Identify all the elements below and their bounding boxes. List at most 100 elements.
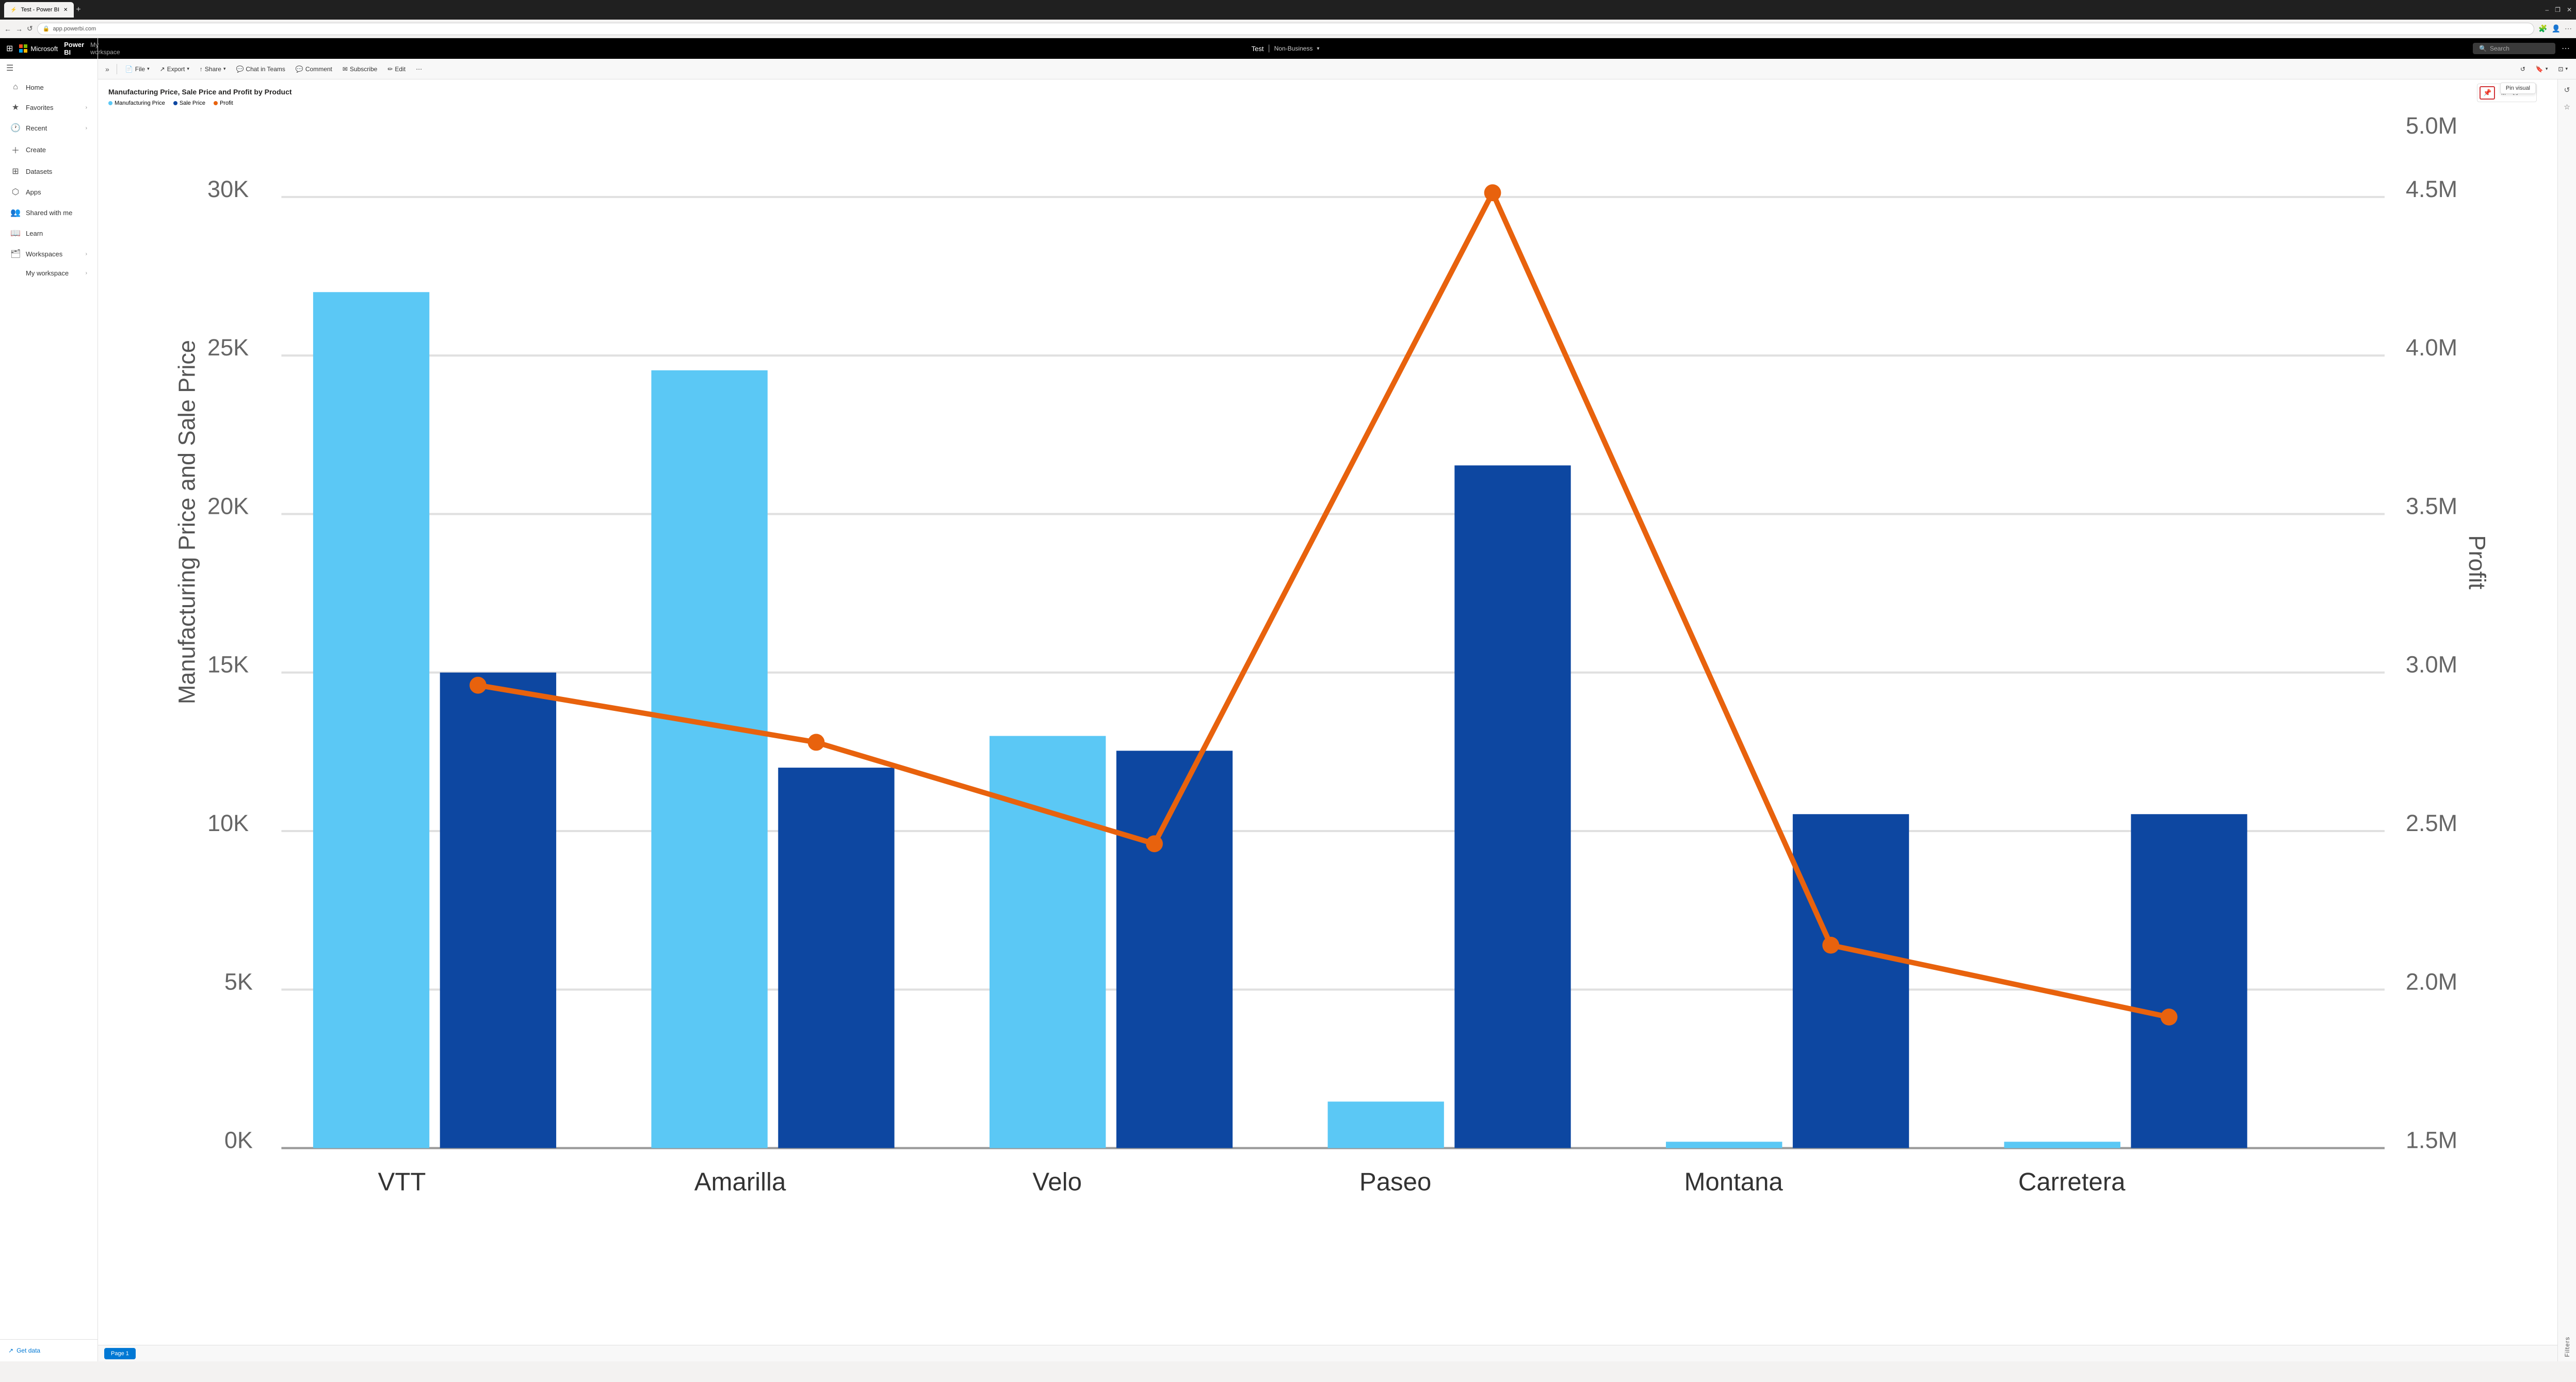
sidebar-item-home[interactable]: ⌂ Home — [2, 77, 95, 97]
toolbar-more-button[interactable]: ⋯ — [412, 63, 426, 75]
sidebar-item-recent[interactable]: 🕐 Recent › — [2, 118, 95, 138]
legend-label-profit: Profit — [220, 100, 233, 106]
sidebar-item-my-workspace[interactable]: My workspace › — [2, 264, 95, 282]
header-more-icon[interactable]: ⋯ — [2562, 43, 2570, 54]
pbi-top-bar: Test | Non-Business ▾ 🔍 Search ⋯ — [98, 38, 2576, 59]
sidebar-item-datasets[interactable]: ⊞ Datasets — [2, 161, 95, 182]
tab-close-button[interactable]: ✕ — [63, 7, 68, 13]
sidebar-item-workspaces[interactable]: 🗂 Workspaces › — [2, 243, 95, 264]
maximize-button[interactable]: ❐ — [2555, 6, 2561, 13]
file-label: File — [135, 66, 145, 73]
sidebar-item-apps[interactable]: ⬡ Apps — [2, 182, 95, 202]
sidebar-item-favorites[interactable]: ★ Favorites › — [2, 97, 95, 118]
pin-visual-tooltip: Pin visual — [2500, 83, 2536, 94]
profile-icon[interactable]: 👤 — [2552, 24, 2561, 33]
refresh-button[interactable]: ↺ — [27, 24, 33, 33]
panel-star-button[interactable]: ☆ — [2562, 101, 2572, 113]
home-icon: ⌂ — [10, 83, 21, 92]
export-chevron: ▾ — [187, 66, 189, 72]
doc-info: Test | Non-Business ▾ — [104, 44, 2467, 53]
expand-button[interactable]: » — [102, 63, 112, 75]
chart-container: Pin visual 📌 ⚗ ⛶ ⋯ Manufacturing Price, … — [98, 79, 2557, 1345]
new-tab-button[interactable]: + — [76, 5, 80, 14]
svg-text:1.5M: 1.5M — [2406, 1127, 2457, 1153]
pin-visual-button[interactable]: 📌 — [2480, 86, 2495, 100]
svg-text:30K: 30K — [207, 176, 249, 202]
file-button[interactable]: 📄 File ▾ — [121, 63, 154, 75]
search-box[interactable]: 🔍 Search — [2473, 43, 2555, 54]
window-controls: – ❐ ✕ — [2545, 6, 2572, 13]
chat-label: Chat in Teams — [246, 66, 285, 73]
bar-amarilla-sale[interactable] — [778, 768, 894, 1148]
bar-amarilla-manufacturing[interactable] — [651, 370, 767, 1148]
edit-label: Edit — [395, 66, 406, 73]
svg-text:4.5M: 4.5M — [2406, 176, 2457, 202]
workspace-label: My workspace — [90, 41, 120, 56]
bookmark-icon: 🔖 — [2536, 66, 2543, 73]
sidebar-collapse-button[interactable]: ☰ — [0, 59, 98, 77]
chart-content: Pin visual 📌 ⚗ ⛶ ⋯ Manufacturing Price, … — [98, 79, 2557, 1361]
sidebar-item-label: Shared with me — [26, 209, 72, 217]
get-data-button[interactable]: ↗ Get data — [0, 1344, 98, 1357]
bar-paseo-manufacturing[interactable] — [1328, 1101, 1444, 1148]
profit-point-amarilla — [808, 734, 825, 751]
my-workspace-chevron: › — [86, 270, 87, 276]
edit-button[interactable]: ✏ Edit — [383, 63, 410, 75]
close-button[interactable]: ✕ — [2567, 6, 2572, 13]
legend-dot-sale — [173, 101, 177, 105]
page-tab-1[interactable]: Page 1 — [104, 1348, 136, 1359]
apps-icon: ⬡ — [10, 187, 21, 197]
bar-vtt-sale[interactable] — [440, 673, 556, 1148]
sidebar-item-label: Recent — [26, 124, 47, 132]
export-button[interactable]: ↗ Export ▾ — [156, 63, 193, 75]
export-icon: ↗ — [160, 66, 165, 73]
bar-vtt-manufacturing[interactable] — [313, 292, 429, 1148]
sidebar: ⊞ Microsoft Power BI My workspace ☰ ⌂ Ho… — [0, 38, 98, 1361]
page-view-button[interactable]: ⊡ ▾ — [2554, 63, 2572, 75]
back-button[interactable]: ← — [4, 25, 11, 33]
workspaces-icon: 🗂 — [10, 249, 21, 259]
sidebar-item-label: Workspaces — [26, 250, 62, 258]
content-column: Test | Non-Business ▾ 🔍 Search ⋯ » 📄 Fil… — [98, 38, 2576, 1361]
bookmark-button[interactable]: 🔖 ▾ — [2532, 63, 2552, 75]
address-bar[interactable]: 🔒 app.powerbi.com — [37, 23, 2534, 35]
chat-teams-button[interactable]: 💬 Chat in Teams — [232, 63, 289, 75]
comment-icon: 💬 — [296, 66, 303, 73]
browser-more-icon[interactable]: ⋯ — [2565, 24, 2572, 33]
dropdown-icon[interactable]: ▾ — [1317, 46, 1319, 52]
browser-chrome: ⚡ Test - Power BI ✕ + – ❐ ✕ — [0, 0, 2576, 20]
share-button[interactable]: ↑ Share ▾ — [196, 63, 230, 75]
export-label: Export — [167, 66, 185, 73]
sidebar-item-shared[interactable]: 👥 Shared with me — [2, 202, 95, 223]
sidebar-item-learn[interactable]: 📖 Learn — [2, 223, 95, 243]
bar-paseo-sale[interactable] — [1454, 465, 1570, 1148]
panel-refresh-button[interactable]: ↺ — [2562, 84, 2572, 96]
reset-button[interactable]: ↺ — [2516, 63, 2530, 75]
legend-dot-profit — [214, 101, 218, 105]
sidebar-bottom: ↗ Get data — [0, 1339, 98, 1361]
sidebar-item-create[interactable]: ＋ Create — [2, 138, 95, 161]
svg-text:Manufacturing Price and Sale P: Manufacturing Price and Sale Price — [173, 340, 200, 704]
active-tab[interactable]: ⚡ Test - Power BI ✕ — [4, 2, 74, 18]
profit-point-velo — [1146, 835, 1163, 852]
bar-carretera-manufacturing[interactable] — [2004, 1142, 2120, 1148]
comment-button[interactable]: 💬 Comment — [291, 63, 336, 75]
forward-button[interactable]: → — [15, 25, 23, 33]
sidebar-item-label: Apps — [26, 188, 41, 196]
sidebar-item-label: Datasets — [26, 168, 52, 175]
microsoft-label: Microsoft — [30, 45, 58, 53]
file-icon: 📄 — [125, 66, 133, 73]
bar-montana-sale[interactable] — [1793, 814, 1909, 1148]
extensions-icon[interactable]: 🧩 — [2538, 24, 2547, 33]
subscribe-button[interactable]: ✉ Subscribe — [338, 63, 381, 75]
bar-montana-manufacturing[interactable] — [1666, 1142, 1782, 1148]
bar-carretera-sale[interactable] — [2131, 814, 2247, 1148]
legend-profit: Profit — [214, 100, 233, 106]
tab-title: Test - Power BI — [21, 7, 59, 13]
share-label: Share — [205, 66, 221, 73]
minimize-button[interactable]: – — [2545, 6, 2549, 13]
product-name: Power BI — [64, 41, 84, 56]
waffle-icon[interactable]: ⊞ — [6, 43, 13, 54]
tab-bar: ⚡ Test - Power BI ✕ + — [4, 0, 81, 20]
page-view-chevron: ▾ — [2565, 66, 2568, 72]
